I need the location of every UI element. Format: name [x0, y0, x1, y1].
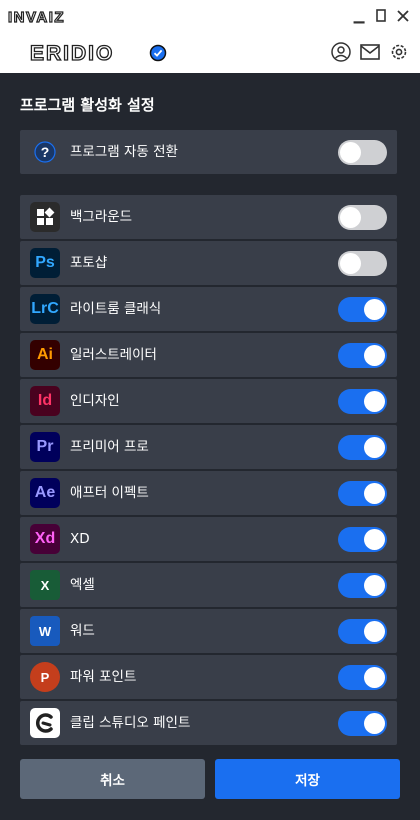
window-controls: ▁	[352, 8, 410, 24]
app-toggle[interactable]	[338, 481, 387, 506]
auto-switch-label: 프로그램 자동 전환	[70, 144, 178, 160]
background-icon	[30, 202, 60, 232]
clip-studio-paint-icon	[30, 708, 60, 738]
toggle-knob	[364, 299, 385, 320]
excel-icon: X	[30, 570, 60, 600]
app-toggle[interactable]	[338, 435, 387, 460]
svg-text:?: ?	[41, 144, 50, 160]
header-icons	[330, 41, 410, 63]
maximize-icon[interactable]	[374, 8, 388, 24]
powerpoint-icon: P	[30, 662, 60, 692]
app-toggle[interactable]	[338, 665, 387, 690]
toggle-knob	[340, 207, 361, 228]
toggle-knob	[364, 667, 385, 688]
xd-icon: Xd	[30, 524, 60, 554]
title-bar: INVAIZ ▁ ERIDIO	[0, 0, 420, 73]
verified-check-icon	[149, 44, 167, 62]
mail-icon[interactable]	[359, 41, 381, 63]
app-label: 파워 포인트	[70, 669, 137, 685]
page-title: 프로그램 활성화 설정	[20, 96, 155, 114]
gear-icon[interactable]	[388, 41, 410, 63]
profile-icon[interactable]	[330, 41, 352, 63]
help-icon[interactable]: ?	[30, 137, 60, 167]
toggle-knob	[364, 529, 385, 550]
device-logo: ERIDIO	[29, 41, 115, 65]
app-toggle[interactable]	[338, 527, 387, 552]
app-row: Ps 포토샵	[20, 241, 397, 285]
photoshop-icon: Ps	[30, 248, 60, 278]
illustrator-icon: Ai	[30, 340, 60, 370]
app-row: Ai 일러스트레이터	[20, 333, 397, 377]
app-label: 프리미어 프로	[70, 439, 149, 455]
cancel-button[interactable]: 취소	[20, 759, 205, 799]
app-toggle[interactable]	[338, 251, 387, 276]
app-row: P 파워 포인트	[20, 655, 397, 699]
toggle-knob	[364, 391, 385, 412]
toggle-knob	[364, 575, 385, 596]
toggle-knob	[340, 142, 361, 163]
app-label: 라이트룸 클래식	[70, 301, 162, 317]
app-row: LrC 라이트룸 클래식	[20, 287, 397, 331]
app-label: 클립 스튜디오 페인트	[70, 715, 191, 731]
app-label: XD	[70, 531, 90, 547]
app-toggle[interactable]	[338, 343, 387, 368]
premiere-pro-icon: Pr	[30, 432, 60, 462]
app-label: 백그라운드	[70, 209, 133, 225]
auto-switch-toggle[interactable]	[338, 140, 387, 165]
app-toggle[interactable]	[338, 205, 387, 230]
app-row: Id 인디자인	[20, 379, 397, 423]
toggle-knob	[364, 713, 385, 734]
lightroom-classic-icon: LrC	[30, 294, 60, 324]
minimize-icon[interactable]: ▁	[352, 8, 366, 24]
toggle-knob	[364, 345, 385, 366]
toggle-knob	[340, 253, 361, 274]
app-label: 엑셀	[70, 577, 95, 593]
app-label: 포토샵	[70, 255, 108, 271]
app-label: 인디자인	[70, 393, 120, 409]
save-button[interactable]: 저장	[215, 759, 400, 799]
after-effects-icon: Ae	[30, 478, 60, 508]
app-label: 워드	[70, 623, 95, 639]
brand-name: INVAIZ	[7, 8, 66, 26]
app-toggle[interactable]	[338, 389, 387, 414]
indesign-icon: Id	[30, 386, 60, 416]
app-toggle[interactable]	[338, 619, 387, 644]
close-icon[interactable]	[396, 8, 410, 24]
app-row: Pr 프리미어 프로	[20, 425, 397, 469]
app-row: W 워드	[20, 609, 397, 653]
app-row: Xd XD	[20, 517, 397, 561]
toggle-knob	[364, 621, 385, 642]
toggle-knob	[364, 483, 385, 504]
word-icon: W	[30, 616, 60, 646]
app-row: 백그라운드	[20, 195, 397, 239]
app-label: 일러스트레이터	[70, 347, 157, 363]
app-row: 클립 스튜디오 페인트	[20, 701, 397, 745]
app-toggle[interactable]	[338, 573, 387, 598]
toggle-knob	[364, 437, 385, 458]
auto-switch-row: ? 프로그램 자동 전환	[20, 130, 397, 174]
app-label: 애프터 이펙트	[70, 485, 149, 501]
app-toggle[interactable]	[338, 297, 387, 322]
app-toggle[interactable]	[338, 711, 387, 736]
app-row: X 엑셀	[20, 563, 397, 607]
app-row: Ae 애프터 이펙트	[20, 471, 397, 515]
